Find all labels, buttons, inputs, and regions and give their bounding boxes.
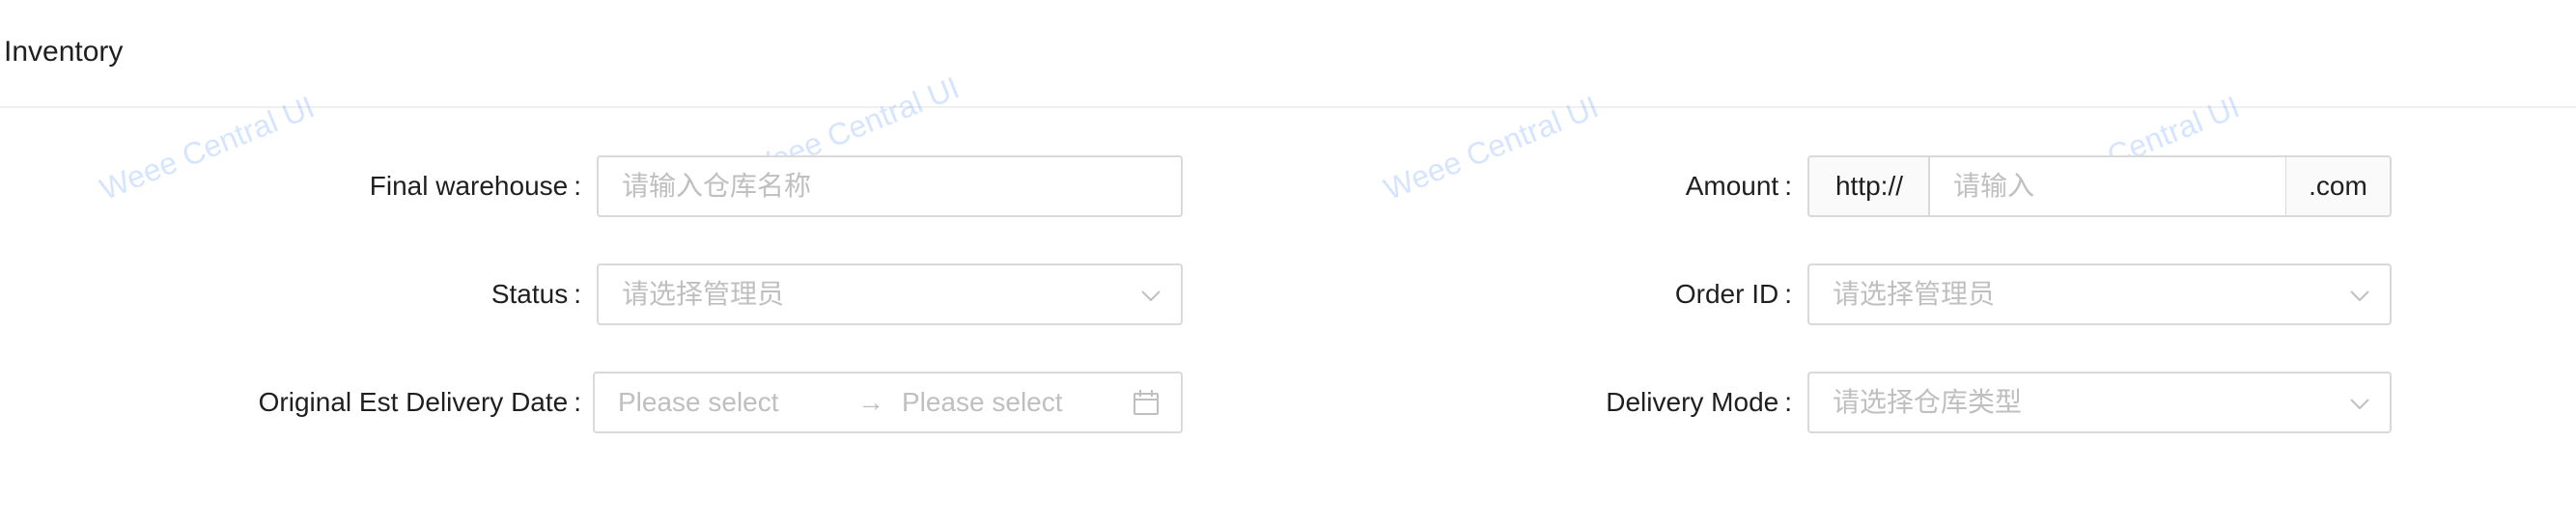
status-select[interactable]: 请选择管理员 bbox=[597, 263, 1183, 325]
status-label: Status: bbox=[490, 279, 581, 309]
start-date-input[interactable]: Please select bbox=[618, 373, 779, 431]
chevron-down-icon bbox=[2350, 290, 2369, 302]
final-warehouse-input[interactable]: 请输入仓库名称 bbox=[597, 155, 1183, 217]
amount-suffix-addon: .com bbox=[2286, 155, 2392, 217]
calendar-icon bbox=[1134, 390, 1159, 415]
delivery-mode-label: Delivery Mode: bbox=[1606, 387, 1792, 417]
page-title: Inventory bbox=[4, 36, 124, 68]
order-id-placeholder: 请选择管理员 bbox=[1833, 279, 1996, 309]
final-warehouse-placeholder: 请输入仓库名称 bbox=[622, 171, 812, 201]
original-est-delivery-date-label: Original Est Delivery Date: bbox=[258, 387, 581, 417]
chevron-down-icon bbox=[1141, 290, 1161, 302]
final-warehouse-label: Final warehouse: bbox=[369, 171, 581, 201]
amount-input[interactable]: 请输入 bbox=[1928, 155, 2287, 217]
range-separator-arrow: → bbox=[857, 387, 884, 417]
chevron-down-icon bbox=[2350, 399, 2369, 410]
order-id-select[interactable]: 请选择管理员 bbox=[1807, 263, 2392, 325]
amount-label: Amount: bbox=[1685, 171, 1792, 201]
page-header: Inventory bbox=[0, 0, 2576, 108]
inventory-page: Inventory Weee Central UI Weee Central U… bbox=[0, 0, 2576, 525]
amount-placeholder: 请输入 bbox=[1953, 171, 2035, 201]
status-placeholder: 请选择管理员 bbox=[622, 279, 785, 309]
delivery-date-range-picker[interactable]: Please select → Please select bbox=[593, 372, 1183, 433]
end-date-input[interactable]: Please select bbox=[902, 373, 1063, 431]
order-id-label: Order ID: bbox=[1674, 279, 1792, 309]
amount-prefix-addon: http:// bbox=[1807, 155, 1929, 217]
delivery-mode-select[interactable]: 请选择仓库类型 bbox=[1807, 372, 2392, 433]
delivery-mode-placeholder: 请选择仓库类型 bbox=[1833, 387, 2023, 417]
